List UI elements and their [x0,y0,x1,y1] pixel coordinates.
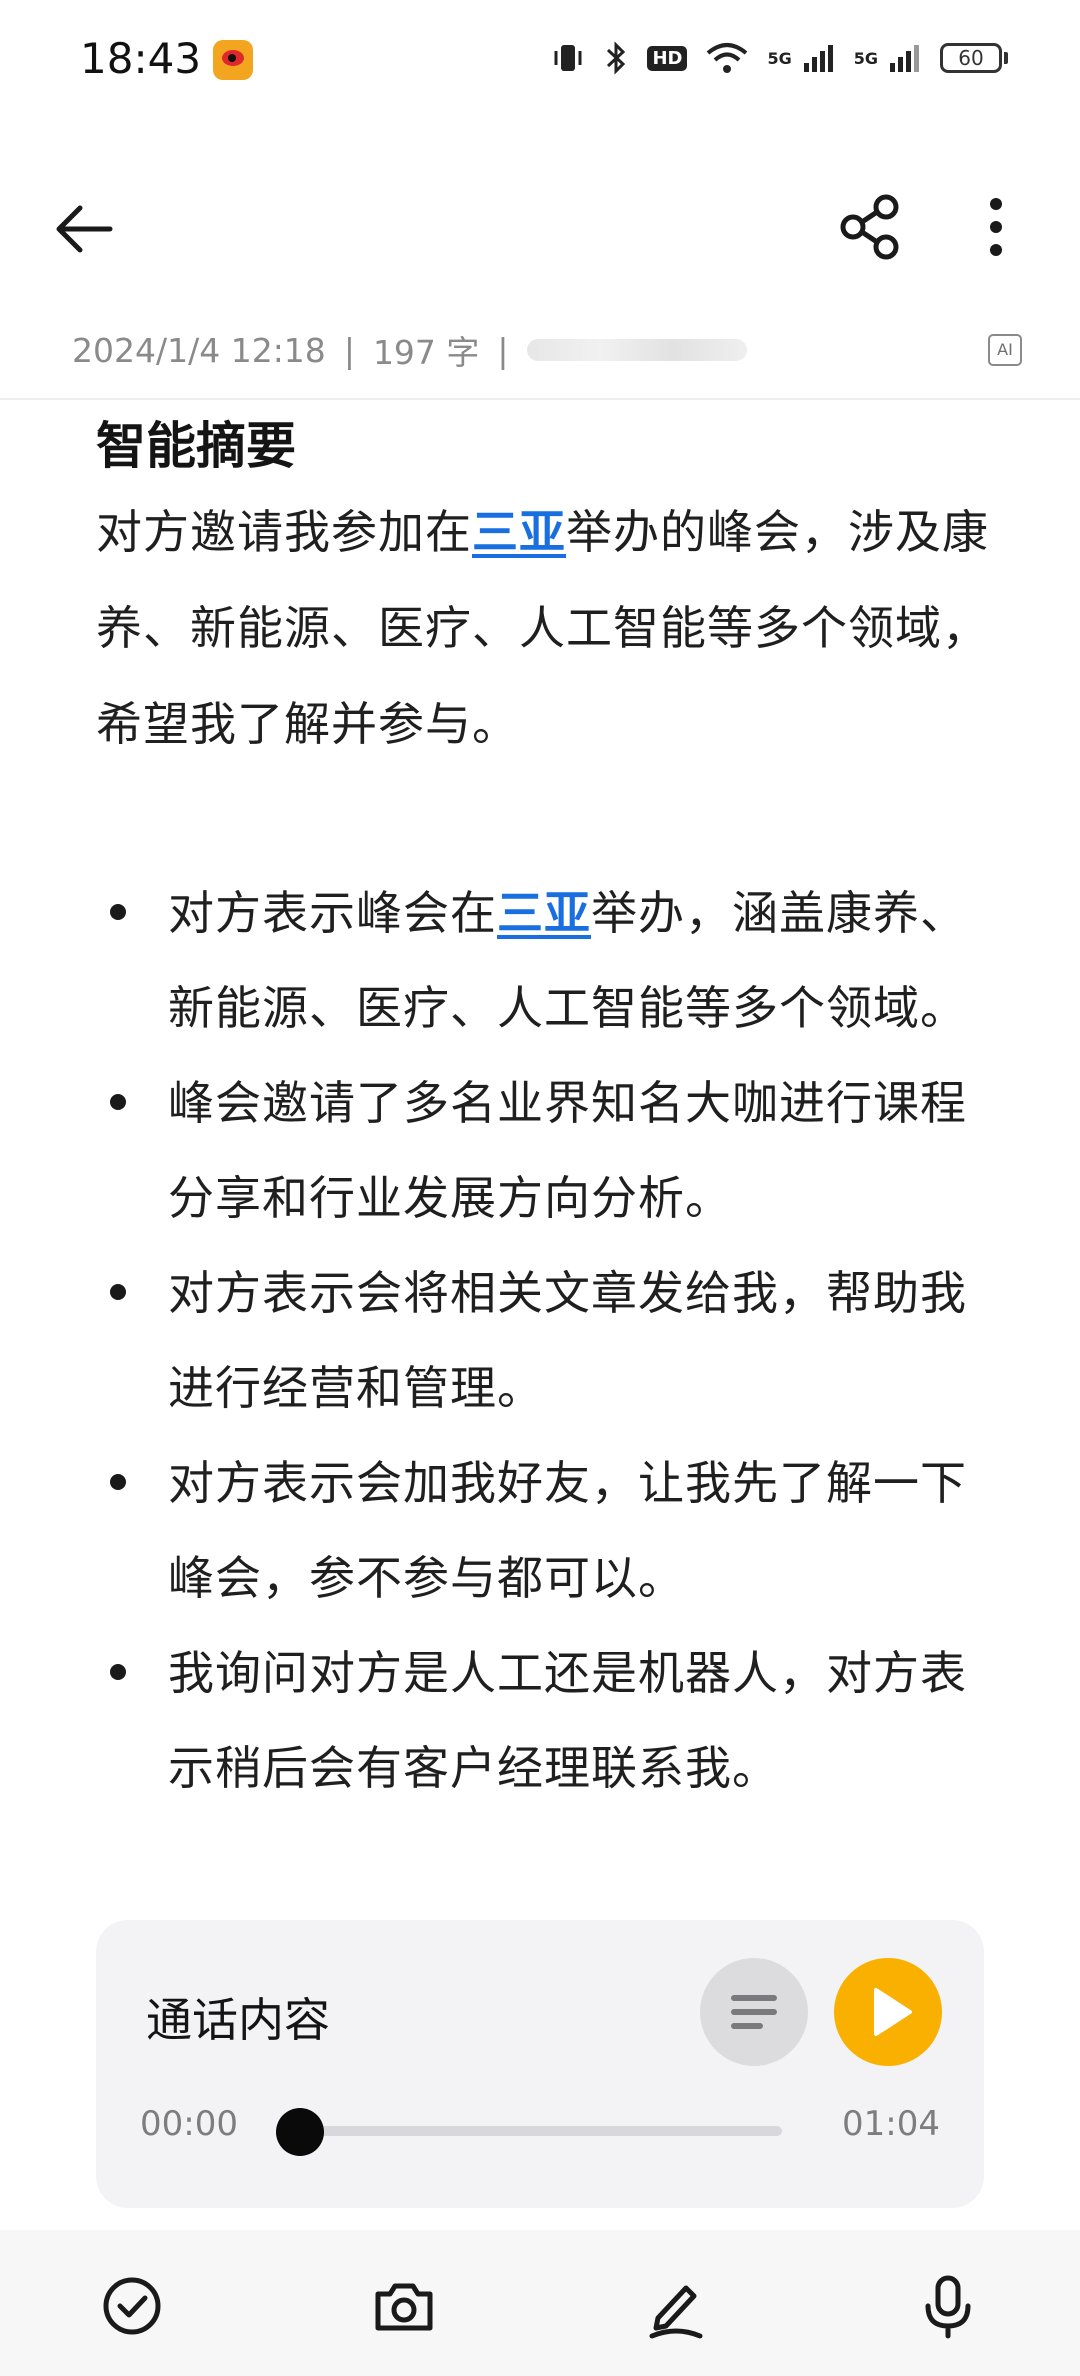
location-link[interactable]: 三亚 [472,505,566,559]
signal-5g-icon [803,45,833,72]
signal-5g-label-2: 5G [853,48,878,68]
progress-track[interactable] [292,2126,782,2136]
battery-level: 60 [940,43,1002,73]
bottom-toolbar [0,2230,1080,2376]
microphone-icon [925,2275,971,2339]
status-icons: HD 5G 5G 60 [551,40,1008,76]
summary-bullets: 对方表示峰会在三亚举办，涵盖康养、新能源、医疗、人工智能等多个领域。 峰会邀请了… [96,866,996,1816]
pen-icon [649,2285,703,2339]
duration: 01:04 [842,2104,940,2144]
progress-thumb[interactable] [276,2108,324,2156]
vibrate-icon [554,45,582,71]
list-item: 对方表示会加我好友，让我先了解一下峰会，参不参与都可以。 [96,1436,996,1626]
note-content: 智能摘要 对方邀请我参加在三亚举办的峰会，涉及康养、新能源、医疗、人工智能等多个… [96,408,996,1816]
redacted-phone-number [526,339,747,361]
arrow-left-icon [56,205,113,253]
play-button[interactable] [834,1958,942,2066]
top-app-bar [0,170,1080,280]
text-lines-icon [731,1995,777,2029]
transcript-button[interactable] [700,1958,808,2066]
camera-icon [375,2283,433,2331]
signal-5g-icon [890,45,919,72]
battery-icon: 60 [940,43,1008,73]
meta-separator: | [343,330,355,370]
summary-title: 智能摘要 [96,417,296,475]
list-item: 对方表示峰会在三亚举办，涵盖康养、新能源、医疗、人工智能等多个领域。 [96,866,996,1056]
more-vertical-icon [990,198,1002,256]
list-item: 峰会邀请了多名业界知名大咖进行课程分享和行业发展方向分析。 [96,1056,996,1246]
voice-input-button[interactable] [908,2266,988,2346]
camera-button[interactable] [364,2266,444,2346]
call-recording-title: 通话内容 [146,1993,330,2047]
checkbox-icon [103,2277,161,2335]
share-button[interactable] [836,192,906,262]
current-time: 00:00 [140,2104,238,2144]
handwriting-button[interactable] [636,2266,716,2346]
status-time: 18:43 [80,34,202,83]
weibo-icon [213,40,253,80]
more-button[interactable] [966,192,1026,262]
bluetooth-icon [607,41,626,75]
hd-voice-icon: HD [647,45,688,71]
list-item: 对方表示会将相关文章发给我，帮助我进行经营和管理。 [96,1246,996,1436]
meta-separator: | [497,330,509,370]
list-item: 我询问对方是人工还是机器人，对方表示稍后会有客户经理联系我。 [96,1626,996,1816]
checklist-button[interactable] [92,2266,172,2346]
status-bar: 18:43 HD 5G 5G 60 [0,0,1080,120]
divider [0,398,1080,400]
location-link[interactable]: 三亚 [497,886,591,940]
play-icon [874,1988,912,2036]
signal-5g-label-1: 5G [767,48,792,68]
word-count: 197 字 [372,333,480,372]
back-button[interactable] [50,194,120,264]
note-datetime: 2024/1/4 12:18 [72,330,326,370]
ai-icon[interactable]: AI [988,334,1022,366]
note-meta: 2024/1/4 12:18 | 197 字 | [72,322,747,378]
share-icon [840,194,899,260]
call-recording-card: 通话内容 00:00 01:04 [96,1920,984,2208]
wifi-icon [707,43,748,73]
summary-paragraph: 对方邀请我参加在三亚举办的峰会，涉及康养、新能源、医疗、人工智能等多个领域，希望… [96,505,989,751]
